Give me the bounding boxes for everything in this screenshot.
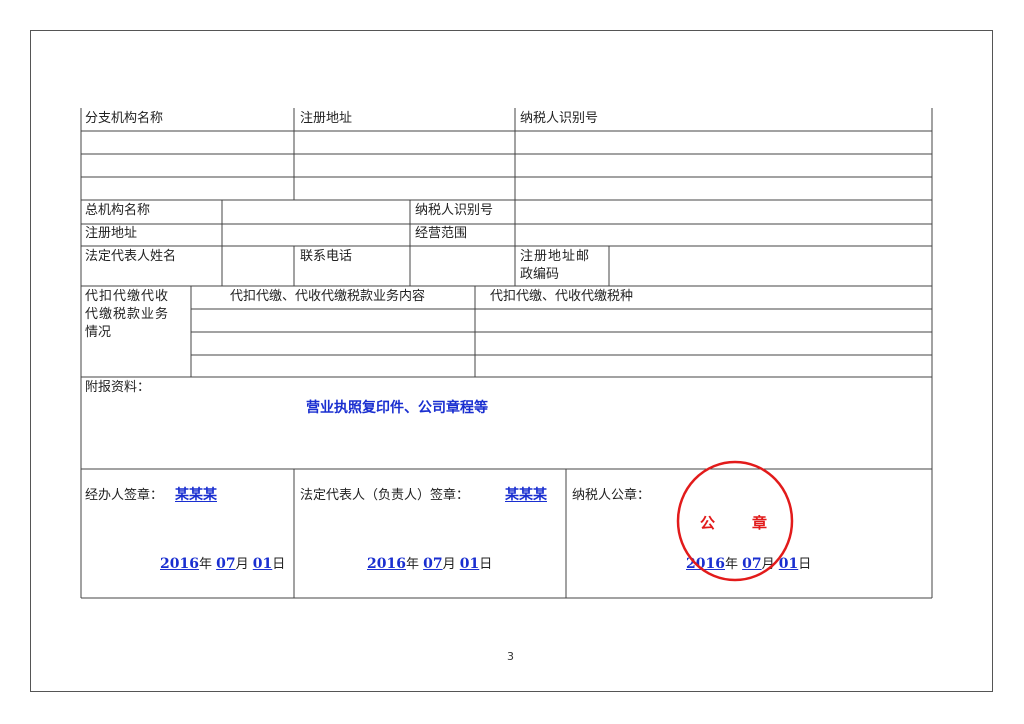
postcode-label-line1: 注册地址邮 — [520, 249, 591, 264]
legal-rep-name-label: 法定代表人姓名 — [85, 249, 177, 264]
branch-taxpayer-id-label: 纳税人识别号 — [520, 111, 599, 126]
withholding-tax-type-header: 代扣代缴、代收代缴税种 — [490, 289, 634, 304]
business-scope-label: 经营范围 — [415, 226, 468, 241]
legal-rep-date: 2016年 07月 01日 — [367, 553, 492, 572]
official-seal-circle — [676, 460, 794, 582]
branch-name-label: 分支机构名称 — [85, 111, 164, 126]
withholding-content-header: 代扣代缴、代收代缴税款业务内容 — [230, 289, 426, 304]
legal-rep-date-day: 01 — [459, 556, 480, 572]
handler-date-day-unit: 日 — [272, 557, 286, 572]
attachments-value: 营业执照复印件、公司章程等 — [306, 400, 488, 416]
legal-rep-signature-label: 法定代表人（负责人）签章： — [300, 488, 470, 503]
handler-date-year-unit: 年 — [198, 557, 212, 572]
hq-taxpayer-id-label: 纳税人识别号 — [415, 203, 494, 218]
legal-rep-signature-value: 某某某 — [505, 487, 547, 503]
seal-text-zhang: 章 — [752, 514, 768, 532]
attachments-label: 附报资料： — [85, 380, 151, 395]
taxpayer-date-day-unit: 日 — [798, 557, 812, 572]
withholding-section-label-1: 代扣代缴代收 — [85, 289, 170, 304]
postcode-label-line2: 政编码 — [520, 267, 560, 282]
handler-date-day: 01 — [252, 556, 273, 572]
withholding-section-label-3: 情况 — [85, 325, 112, 340]
phone-label: 联系电话 — [300, 249, 353, 264]
handler-date-year: 2016 — [160, 556, 199, 572]
hq-reg-address-label: 注册地址 — [85, 226, 138, 241]
handler-date-month-unit: 月 — [235, 557, 249, 572]
handler-date-month: 07 — [216, 556, 236, 572]
taxpayer-seal-label: 纳税人公章： — [572, 488, 651, 503]
hq-name-label: 总机构名称 — [85, 203, 151, 218]
legal-rep-date-year-unit: 年 — [405, 557, 419, 572]
legal-rep-date-day-unit: 日 — [479, 557, 493, 572]
handler-signature-label: 经办人签章： — [85, 488, 164, 503]
legal-rep-date-year: 2016 — [367, 556, 406, 572]
legal-rep-date-month: 07 — [423, 556, 443, 572]
seal-text-gong: 公 — [700, 514, 716, 532]
page-number: 3 — [507, 650, 514, 663]
form-table-grid — [80, 108, 933, 599]
handler-date: 2016年 07月 01日 — [160, 553, 285, 572]
handler-signature-value: 某某某 — [175, 487, 217, 503]
legal-rep-date-month-unit: 月 — [442, 557, 456, 572]
branch-reg-address-label: 注册地址 — [300, 111, 353, 126]
withholding-section-label-2: 代缴税款业务 — [85, 307, 170, 322]
